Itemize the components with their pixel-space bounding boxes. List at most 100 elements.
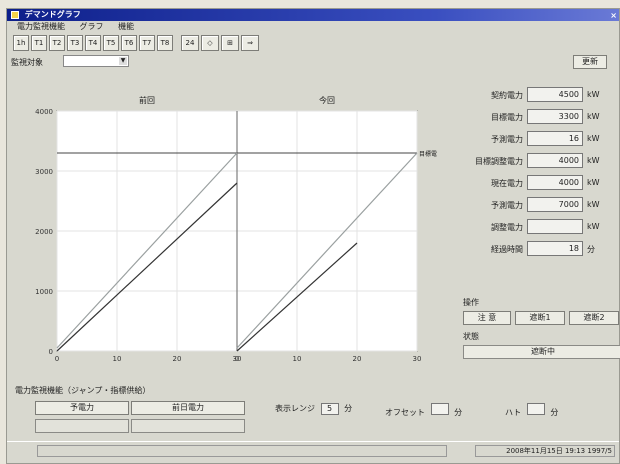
monitor-target-row: 監視対象 ▼ 更新 (7, 55, 619, 69)
status-label: 状態 (463, 332, 479, 341)
window-title: デマンドグラフ (24, 10, 81, 19)
param-unit: kW (587, 134, 600, 143)
toolbar-button-grid[interactable]: ⊞ (221, 35, 239, 51)
range-label: 表示レンジ (275, 404, 315, 413)
status-message-area (37, 445, 447, 457)
x-tick-label: 30 (413, 355, 422, 363)
range-unit: 分 (344, 404, 353, 413)
param-row: 予測電力 16 kW (455, 131, 620, 148)
cutoff1-button[interactable]: 遮断1 (515, 311, 565, 325)
param-label: 予測電力 (491, 135, 523, 144)
demand-chart-svg: 0100020003000400001020300102030前回今回目標電力 (35, 95, 443, 363)
x-tick-label: 10 (293, 355, 302, 363)
param-value: 4000 (527, 153, 583, 168)
x-tick-label: 10 (113, 355, 122, 363)
param-label: 調整電力 (491, 223, 523, 232)
toolbar-button-t4[interactable]: T4 (85, 35, 101, 51)
y-tick-label: 0 (49, 348, 53, 356)
param-value: 18 (527, 241, 583, 256)
param-row: 契約電力 4500 kW (455, 87, 620, 104)
bottom-title: 電力監視機能（ジャンプ・指標供給） (15, 386, 151, 395)
param-unit: kW (587, 156, 600, 165)
param-row: 調整電力 kW (455, 219, 620, 236)
third-label: ハト (505, 408, 522, 417)
target-label: 目標電力 (419, 150, 437, 158)
offset-label: オフセット (385, 408, 425, 417)
param-value: 7000 (527, 197, 583, 212)
menu-item-graph[interactable]: グラフ (80, 22, 104, 31)
param-unit: kW (587, 178, 600, 187)
menu-item-function[interactable]: 機能 (118, 22, 134, 31)
power-parameters-panel: 契約電力 4500 kW 目標電力 3300 kW 予測電力 16 kW 目標調整電力 4000 kW… (455, 87, 620, 387)
app-window: デマンドグラフ × 電力監視機能 グラフ 機能 1h T1 T2 T3 T4 T… (6, 8, 620, 464)
operation-label: 操作 (463, 298, 479, 307)
chevron-down-icon[interactable]: ▼ (119, 57, 127, 65)
param-unit: kW (587, 200, 600, 209)
caution-button[interactable]: 注 意 (463, 311, 511, 325)
third-control: ハト 分 (505, 403, 558, 418)
toolbar-button-1h[interactable]: 1h (13, 35, 29, 51)
offset-input[interactable] (430, 403, 449, 415)
prev-day-power-button[interactable]: 前日電力 (131, 401, 245, 415)
param-value: 16 (527, 131, 583, 146)
title-bar: デマンドグラフ × (7, 9, 619, 21)
left-panel-label: 前回 (139, 95, 155, 105)
param-row: 経過時間 18 分 (455, 241, 620, 258)
param-unit: kW (587, 222, 600, 231)
toolbar-button-t6[interactable]: T6 (121, 35, 137, 51)
toolbar-button-diamond[interactable]: ◇ (201, 35, 219, 51)
blank-slot-1 (35, 419, 129, 433)
third-unit: 分 (550, 408, 559, 417)
monitor-target-select[interactable]: ▼ (63, 55, 129, 67)
param-label: 目標電力 (491, 113, 523, 122)
cutoff2-button[interactable]: 遮断2 (569, 311, 619, 325)
range-input[interactable]: 5 (320, 403, 339, 415)
menu-item-monitor[interactable]: 電力監視機能 (17, 22, 65, 31)
param-label: 経過時間 (491, 245, 523, 254)
param-row: 予測電力 7000 kW (455, 197, 620, 214)
y-tick-label: 4000 (35, 108, 53, 116)
x-tick-label: 0 (235, 355, 239, 363)
param-unit: 分 (587, 245, 595, 254)
offset-unit: 分 (454, 408, 463, 417)
status-value: 遮断中 (463, 345, 620, 359)
third-input[interactable] (526, 403, 545, 415)
toolbar-button-t8[interactable]: T8 (157, 35, 173, 51)
toolbar-button-t2[interactable]: T2 (49, 35, 65, 51)
app-icon (11, 10, 19, 19)
x-tick-label: 0 (55, 355, 59, 363)
offset-control: オフセット 分 (385, 403, 462, 418)
status-bar: 2008年11月15日 19:13 1997/5 (7, 441, 619, 459)
toolbar: 1h T1 T2 T3 T4 T5 T6 T7 T8 24 ◇ ⊞ ⇒ (13, 35, 259, 51)
demand-chart: 0100020003000400001020300102030前回今回目標電力 (17, 81, 443, 371)
param-unit: kW (587, 112, 600, 121)
toolbar-button-t1[interactable]: T1 (31, 35, 47, 51)
param-unit: kW (587, 90, 600, 99)
param-value: 4000 (527, 175, 583, 190)
x-tick-label: 20 (173, 355, 182, 363)
bottom-panel: 電力監視機能（ジャンプ・指標供給） 予電力 前日電力 表示レンジ 5 分 オフセ… (7, 379, 619, 439)
range-control: 表示レンジ 5 分 (275, 403, 352, 415)
y-tick-label: 3000 (35, 168, 53, 176)
param-label: 契約電力 (491, 91, 523, 100)
param-row: 目標電力 3300 kW (455, 109, 620, 126)
right-panel-label: 今回 (319, 95, 335, 105)
y-tick-label: 2000 (35, 228, 53, 236)
param-value (527, 219, 583, 234)
param-row: 現在電力 4000 kW (455, 175, 620, 192)
y-tick-label: 1000 (35, 288, 53, 296)
blank-slot-2 (131, 419, 245, 433)
menu-bar: 電力監視機能 グラフ 機能 (7, 21, 619, 32)
monitor-target-label: 監視対象 (11, 58, 43, 67)
toolbar-button-arrow[interactable]: ⇒ (241, 35, 259, 51)
param-value: 4500 (527, 87, 583, 102)
toolbar-button-t7[interactable]: T7 (139, 35, 155, 51)
yo-power-button[interactable]: 予電力 (35, 401, 129, 415)
toolbar-button-t3[interactable]: T3 (67, 35, 83, 51)
param-label: 予測電力 (491, 201, 523, 210)
toolbar-button-24[interactable]: 24 (181, 35, 199, 51)
toolbar-button-t5[interactable]: T5 (103, 35, 119, 51)
update-button[interactable]: 更新 (573, 55, 607, 69)
param-row: 目標調整電力 4000 kW (455, 153, 620, 170)
status-datetime: 2008年11月15日 19:13 1997/5 (475, 445, 615, 457)
